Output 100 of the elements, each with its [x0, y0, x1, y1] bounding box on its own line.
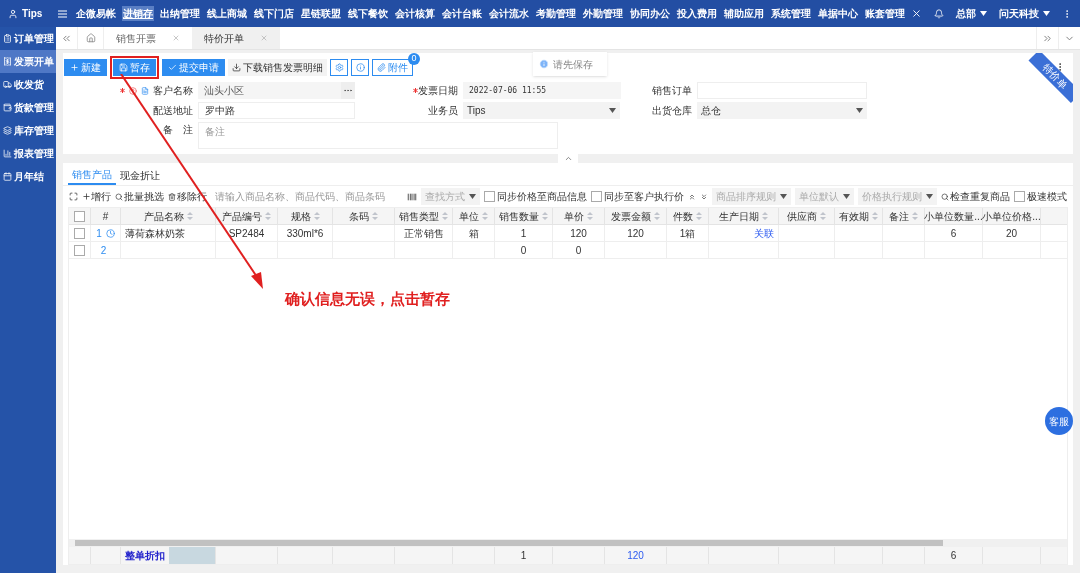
- sidebar-item[interactable]: 库存管理: [0, 119, 56, 142]
- sidebar-item[interactable]: 货款管理: [0, 96, 56, 119]
- top-menu-item[interactable]: 系统管理: [770, 6, 812, 21]
- table-cell-text: 0: [520, 243, 527, 258]
- sort-icon[interactable]: [872, 212, 878, 220]
- sort-icon[interactable]: [186, 212, 193, 220]
- column-header: 规格: [290, 209, 311, 224]
- sidebar-item[interactable]: 发票开单: [0, 50, 56, 73]
- top-menu-item[interactable]: 线下餐饮: [347, 6, 389, 21]
- column-header: 小单位价格...: [982, 209, 1041, 224]
- top-menu-item[interactable]: 线下门店: [253, 6, 295, 21]
- sort-icon[interactable]: [912, 212, 918, 220]
- row-number: 1: [96, 226, 102, 241]
- top-menu-item[interactable]: 单据中心: [817, 6, 859, 21]
- check-duplicates-button[interactable]: 检查重复商品: [941, 189, 1010, 204]
- notification-bell-icon[interactable]: [934, 8, 944, 19]
- column-header: 产品编号: [222, 209, 262, 224]
- column-header: 条码: [349, 209, 369, 224]
- top-menu-item[interactable]: 企微易帐: [75, 6, 117, 21]
- company-dropdown[interactable]: 问天科技: [999, 6, 1050, 21]
- link[interactable]: 120: [627, 548, 644, 563]
- top-menu-item[interactable]: 出纳管理: [159, 6, 201, 21]
- toast-message: 请先保存: [533, 52, 607, 76]
- toolbar-button[interactable]: 下载销售发票明细: [228, 58, 327, 76]
- ribbon-tag: 特价单: [1028, 53, 1073, 103]
- sort-icon[interactable]: [654, 212, 660, 220]
- batch-pick-button[interactable]: 批量挑选: [115, 189, 164, 204]
- settings-button[interactable]: [330, 58, 348, 76]
- top-menu-item[interactable]: 外勤管理: [582, 6, 624, 21]
- top-menu-item[interactable]: 进销存: [122, 6, 154, 21]
- top-menu-item[interactable]: 考勤管理: [535, 6, 577, 21]
- checkbox[interactable]: [1014, 191, 1025, 202]
- search-icon: [941, 192, 949, 201]
- clock-icon[interactable]: [105, 228, 115, 238]
- sidebar-item[interactable]: 月年结: [0, 165, 56, 188]
- link[interactable]: 关联: [754, 225, 774, 241]
- checkbox[interactable]: [74, 244, 85, 256]
- sort-icon[interactable]: [265, 212, 271, 220]
- page-tab[interactable]: 特价开单: [192, 27, 280, 49]
- add-row-button[interactable]: 增行: [82, 189, 111, 204]
- section-tab[interactable]: 现金折让: [116, 165, 164, 185]
- sort-icon[interactable]: [762, 212, 768, 220]
- annotation-text: 确认信息无误，点击暂存: [285, 289, 450, 309]
- document-icon[interactable]: [141, 86, 149, 95]
- date-field[interactable]: 2022-07-06 11:55: [463, 82, 621, 99]
- sort-icon[interactable]: [482, 212, 488, 220]
- help-icon[interactable]: [129, 86, 137, 95]
- section-tab[interactable]: 销售产品: [68, 165, 116, 185]
- column-header: 备注: [889, 209, 909, 224]
- remark-field[interactable]: 备注: [198, 122, 558, 149]
- sidebar-item[interactable]: 报表管理: [0, 142, 56, 165]
- address-field[interactable]: 罗中路: [198, 102, 355, 119]
- sort-icon[interactable]: [587, 212, 593, 220]
- sort-icon[interactable]: [696, 212, 702, 220]
- top-menu-item[interactable]: 会计核算: [394, 6, 436, 21]
- field-label: 销售订单: [652, 84, 692, 98]
- top-menu-item[interactable]: 辅助应用: [723, 6, 765, 21]
- caret-icon: [856, 108, 863, 113]
- top-menu-item[interactable]: 星链联盟: [300, 6, 342, 21]
- branch-dropdown[interactable]: 总部: [956, 6, 987, 21]
- more-icon[interactable]: [341, 82, 355, 99]
- top-menu-item[interactable]: 协同办公: [629, 6, 671, 21]
- fullscreen-icon[interactable]: [69, 192, 78, 201]
- checkbox-label: 极速模式: [1027, 190, 1067, 204]
- horizontal-scrollbar[interactable]: [69, 539, 1067, 547]
- move-top-icon[interactable]: [688, 192, 696, 201]
- select-field[interactable]: Tips: [463, 102, 620, 119]
- checkbox[interactable]: [74, 227, 85, 239]
- page-tab[interactable]: 销售开票: [104, 27, 192, 49]
- table-cell-text: 6: [950, 549, 957, 563]
- search-field[interactable]: 请输入商品名称、商品代码、商品条码: [211, 188, 403, 205]
- sort-icon[interactable]: [820, 212, 826, 220]
- top-menu-item[interactable]: 账套管理: [864, 6, 906, 21]
- checkbox[interactable]: [591, 191, 602, 202]
- sidebar-item[interactable]: 收发货: [0, 73, 56, 96]
- home-icon[interactable]: [85, 33, 96, 43]
- top-menu-item[interactable]: 线上商城: [206, 6, 248, 21]
- info-button[interactable]: [351, 58, 369, 76]
- sort-icon[interactable]: [313, 212, 320, 220]
- sort-icon[interactable]: [442, 212, 448, 220]
- barcode-icon[interactable]: [407, 191, 417, 202]
- close-icon[interactable]: [911, 8, 922, 19]
- move-bottom-icon[interactable]: [700, 192, 708, 201]
- top-menu-item[interactable]: 会计流水: [488, 6, 530, 21]
- wallet-icon: [3, 103, 12, 112]
- checkbox[interactable]: [484, 191, 495, 202]
- column-header: 单位: [459, 209, 479, 224]
- top-menu-item[interactable]: 会计台账: [441, 6, 483, 21]
- attachment-button[interactable]: 附件: [372, 58, 413, 76]
- select-field[interactable]: 总仓: [697, 102, 867, 119]
- table-cell-text: 120: [627, 226, 644, 241]
- sort-icon[interactable]: [542, 212, 548, 220]
- check-icon: [168, 62, 177, 72]
- checkbox[interactable]: [74, 210, 85, 222]
- customer-field[interactable]: 汕头小区: [198, 82, 355, 99]
- menu-icon[interactable]: [58, 9, 67, 18]
- top-menu-item[interactable]: 投入费用: [676, 6, 718, 21]
- sort-icon[interactable]: [372, 212, 378, 220]
- sidebar-item[interactable]: 订单管理: [0, 27, 56, 50]
- discount-field[interactable]: [169, 547, 215, 564]
